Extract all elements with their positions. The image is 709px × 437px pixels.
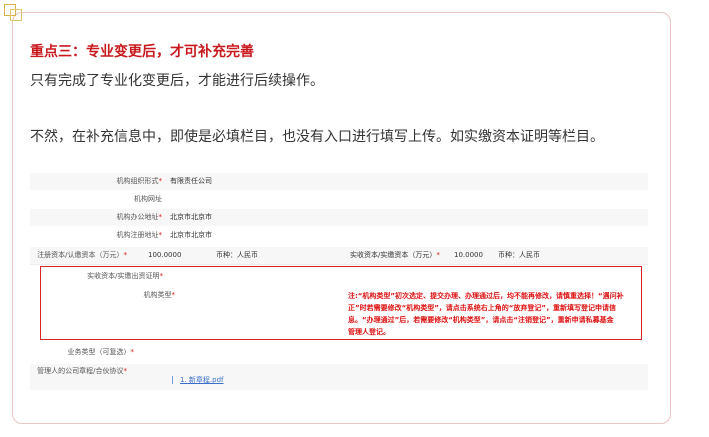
form-row-business-type: 业务类型（可复选）* <box>30 344 648 361</box>
form-row-website: 机构网址 <box>30 191 648 208</box>
required-mark: * <box>436 251 440 259</box>
paid-capital-label: 实收资本/实缴资本（万元） <box>350 251 437 259</box>
form-row-office-address: 机构办公地址* 北京市北京市 <box>30 209 648 226</box>
paragraph: 只有完成了专业化变更后，才能进行后续操作。 <box>30 73 324 89</box>
note-line: 注:“机构类型”初次选定、提交办理、办理通过后，均不能再修改，请慎重选择！“遇问… <box>348 292 624 300</box>
required-mark: * <box>130 348 135 356</box>
form-row-articles: 管理人的公司章程/合伙协议* | 1. 新章程.pdf <box>30 364 648 390</box>
field-value: 北京市北京市 <box>170 231 212 239</box>
field-label: 机构组织形式 <box>116 177 159 185</box>
form-row-registered-address: 机构注册地址* 北京市北京市 <box>30 227 648 244</box>
form-row-capital: 注册资本/认缴资本（万元）* 100.0000 币种：人民币 实收资本/实缴资本… <box>30 247 648 265</box>
field-label: 业务类型（可复选） <box>67 348 131 356</box>
required-mark: * <box>171 291 176 299</box>
currency-value: 人民币 <box>237 251 258 259</box>
required-mark: * <box>158 231 163 239</box>
currency-label: 币种： <box>498 251 519 259</box>
capital-value: 100.0000 <box>148 251 182 259</box>
field-label: 机构注册地址 <box>116 231 159 239</box>
required-mark: * <box>158 213 163 221</box>
attachment-icon: | <box>171 375 174 384</box>
field-label: 管理人的公司章程/合伙协议 <box>37 367 124 375</box>
paid-capital-value: 10.0000 <box>454 251 483 259</box>
note-line: 管理人登记。 <box>348 328 390 336</box>
corner-decoration <box>10 9 22 21</box>
org-type-warning-note: 注:“机构类型”初次选定、提交办理、办理通过后，均不能再修改，请慎重选择！“遇问… <box>348 290 638 338</box>
note-line: 息。“办理通过”后，若需要修改“机构类型”，请点击“注销登记”，重新申请私募基金 <box>348 316 614 324</box>
highlight-box: 实收资本/实缴出资证明* 机构类型* 注:“机构类型”初次选定、提交办理、办理通… <box>40 266 642 340</box>
field-label: 实收资本/实缴出资证明 <box>87 272 160 280</box>
field-label: 机构类型 <box>143 291 172 299</box>
required-mark: * <box>159 272 164 280</box>
field-value: 有限责任公司 <box>170 177 212 185</box>
required-mark: * <box>123 367 128 375</box>
currency-value: 人民币 <box>519 251 540 259</box>
required-mark: * <box>123 251 128 259</box>
form-screenshot: 机构组织形式* 有限责任公司 机构网址 机构办公地址* 北京市北京市 机构注册地… <box>30 170 648 392</box>
note-line: 正”时若需要修改“机构类型”，请点击系统右上角的“放弃登记”，重新填写登记申请信 <box>348 304 617 312</box>
field-label: 注册资本/认缴资本（万元） <box>37 251 124 259</box>
required-mark: * <box>158 177 163 185</box>
section-heading: 重点三：专业变更后，才可补充完善 <box>30 44 254 60</box>
paragraph: 不然，在补充信息中，即使是必填栏目，也没有入口进行填写上传。如实缴资本证明等栏目… <box>30 129 604 145</box>
field-label: 机构办公地址 <box>116 213 159 221</box>
attachment-link[interactable]: 1. 新章程.pdf <box>180 373 223 387</box>
currency-label: 币种： <box>216 251 237 259</box>
field-label: 机构网址 <box>134 195 162 203</box>
field-value: 北京市北京市 <box>170 213 212 221</box>
form-row-org-form: 机构组织形式* 有限责任公司 <box>30 173 648 190</box>
